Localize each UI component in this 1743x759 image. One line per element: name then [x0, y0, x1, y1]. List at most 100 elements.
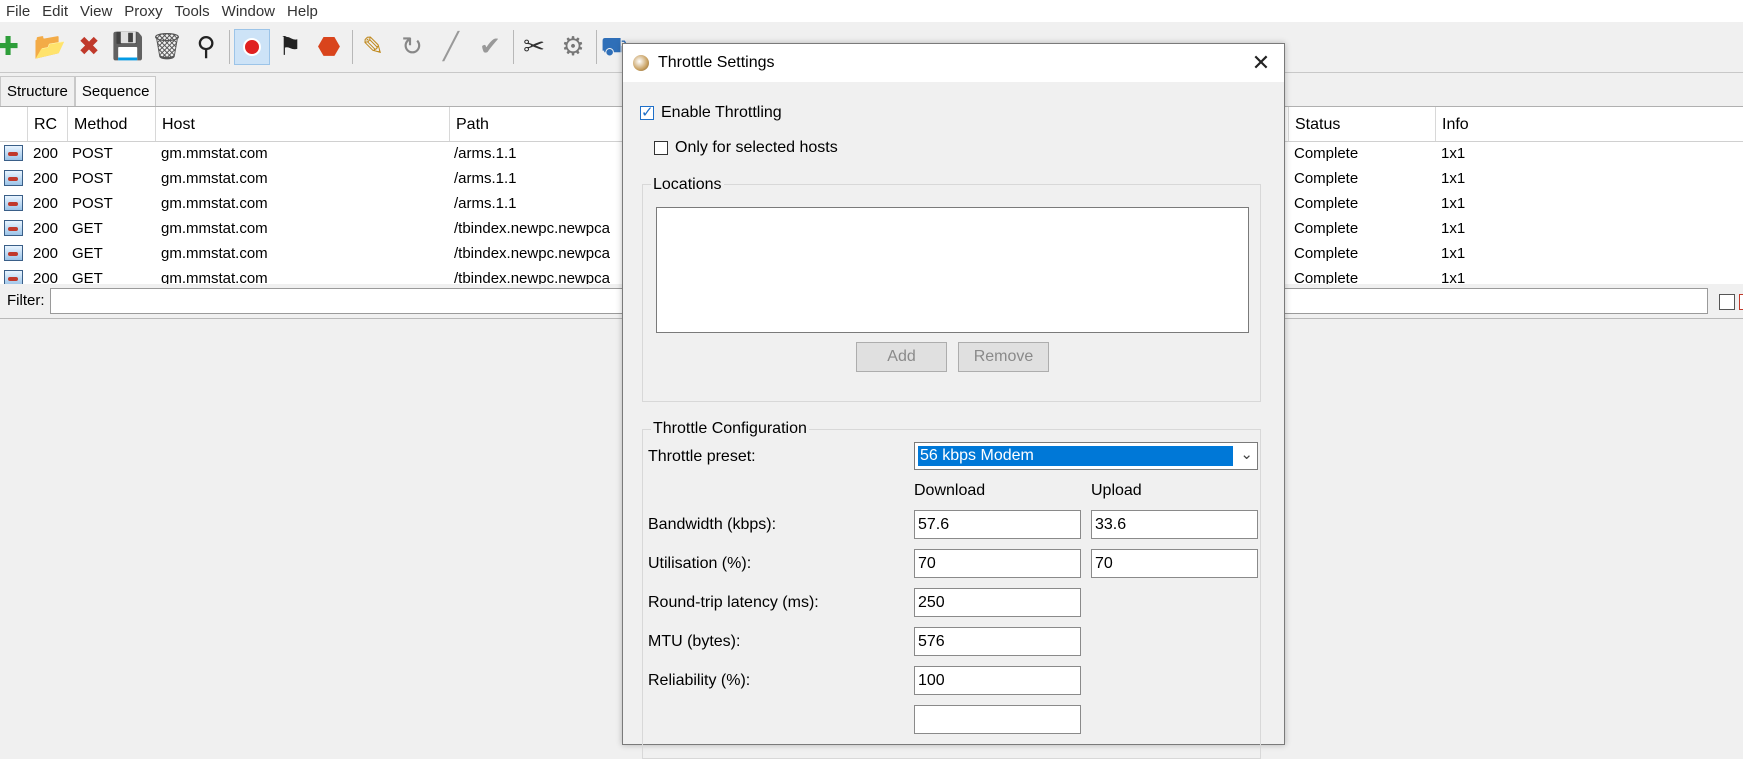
bandwidth-download-field[interactable]: 57.6: [914, 510, 1081, 539]
latency-field[interactable]: 250: [914, 588, 1081, 617]
image-request-icon: [4, 270, 23, 285]
cell-host: gm.mmstat.com: [161, 195, 268, 212]
open-session-icon[interactable]: 📂: [34, 30, 66, 62]
selected-hosts-label: Only for selected hosts: [675, 139, 838, 156]
cell-method: GET: [72, 270, 103, 285]
cell-method: GET: [72, 220, 103, 237]
menu-edit[interactable]: Edit: [36, 3, 74, 20]
cell-path: /tbindex.newpc.newpca: [454, 270, 610, 285]
cell-host: gm.mmstat.com: [161, 170, 268, 187]
new-session-icon[interactable]: ✚: [0, 30, 24, 62]
cell-host: gm.mmstat.com: [161, 220, 268, 237]
locations-title: Locations: [651, 176, 724, 194]
next-setting-field[interactable]: [914, 705, 1081, 734]
menu-help[interactable]: Help: [281, 3, 324, 20]
toolbar-separator: [513, 30, 514, 64]
close-session-icon[interactable]: ✖: [73, 30, 105, 62]
settings-gear-icon[interactable]: ⚙: [557, 30, 589, 62]
cell-status: Complete: [1294, 170, 1359, 187]
clear-line-icon[interactable]: ╱: [435, 30, 467, 62]
column-status[interactable]: Status: [1288, 107, 1435, 141]
reliability-label: Reliability (%):: [648, 672, 751, 689]
bandwidth-label: Bandwidth (kbps):: [648, 516, 777, 533]
locations-list[interactable]: [656, 207, 1249, 333]
menu-view[interactable]: View: [74, 3, 118, 20]
cell-status: Complete: [1294, 220, 1359, 237]
toolbar-separator: [229, 30, 230, 64]
throttle-preset-select[interactable]: 56 kbps Modem ⌄: [914, 442, 1258, 470]
image-request-icon: [4, 195, 23, 211]
column-host[interactable]: Host: [155, 107, 449, 141]
selected-hosts-checkbox[interactable]: [654, 141, 668, 155]
column-info[interactable]: Info: [1435, 107, 1743, 141]
save-icon[interactable]: 💾: [112, 30, 144, 62]
remove-location-button[interactable]: Remove: [958, 342, 1049, 372]
cell-path: /arms.1.1: [454, 195, 517, 212]
cell-info: 1x1: [1441, 195, 1466, 212]
bandwidth-upload-field[interactable]: 33.6: [1091, 510, 1258, 539]
record-icon[interactable]: [234, 29, 270, 65]
validate-check-icon[interactable]: ✔: [474, 30, 506, 62]
close-icon[interactable]: ✕: [1238, 44, 1284, 82]
edit-pencil-icon[interactable]: ✎: [357, 30, 389, 62]
toolbar-separator: [596, 30, 597, 64]
stop-icon[interactable]: ⬣: [313, 30, 345, 62]
mtu-label: MTU (bytes):: [648, 633, 741, 650]
trash-icon[interactable]: 🗑: [151, 30, 184, 62]
binoculars-find-icon[interactable]: ⚲: [190, 30, 222, 62]
view-tabs: Structure Sequence: [0, 76, 157, 107]
start-flags-icon[interactable]: ⚑: [274, 30, 306, 62]
cell-rc: 200: [33, 170, 59, 187]
throttle-configuration-title: Throttle Configuration: [651, 420, 809, 438]
app-logo-icon: [633, 55, 649, 71]
menu-tools[interactable]: Tools: [169, 3, 216, 20]
cell-info: 1x1: [1441, 270, 1466, 285]
cell-method: POST: [72, 195, 113, 212]
cell-host: gm.mmstat.com: [161, 145, 268, 162]
cell-status: Complete: [1294, 270, 1359, 285]
mtu-field[interactable]: 576: [914, 627, 1081, 656]
cell-status: Complete: [1294, 245, 1359, 262]
utilisation-download-field[interactable]: 70: [914, 549, 1081, 578]
image-request-icon: [4, 220, 23, 236]
cell-rc: 200: [33, 145, 59, 162]
add-location-button[interactable]: Add: [856, 342, 947, 372]
cell-method: POST: [72, 145, 113, 162]
enable-throttling-checkbox[interactable]: [640, 103, 654, 121]
image-request-icon: [4, 145, 23, 161]
cell-info: 1x1: [1441, 220, 1466, 237]
cell-status: Complete: [1294, 145, 1359, 162]
tools-icon[interactable]: ✂: [518, 30, 550, 62]
dialog-titlebar: Throttle Settings ✕: [623, 44, 1284, 82]
latency-label: Round-trip latency (ms):: [648, 594, 819, 611]
download-column-label: Download: [914, 482, 986, 499]
menu-window[interactable]: Window: [216, 3, 281, 20]
utilisation-label: Utilisation (%):: [648, 555, 752, 572]
throttle-settings-dialog: Throttle Settings ✕ Enable Throttling On…: [622, 43, 1285, 759]
cell-path: /tbindex.newpc.newpca: [454, 220, 610, 237]
column-rc[interactable]: RC: [27, 107, 67, 141]
chevron-down-icon: ⌄: [1240, 446, 1253, 463]
cell-info: 1x1: [1441, 145, 1466, 162]
utilisation-upload-field[interactable]: 70: [1091, 549, 1258, 578]
cell-rc: 200: [33, 245, 59, 262]
cell-host: gm.mmstat.com: [161, 270, 268, 285]
cell-host: gm.mmstat.com: [161, 245, 268, 262]
toolbar-separator: [352, 30, 353, 64]
column-path[interactable]: Path: [449, 107, 629, 141]
throttle-preset-label: Throttle preset:: [648, 448, 756, 465]
menu-file[interactable]: File: [0, 3, 36, 20]
menu-proxy[interactable]: Proxy: [118, 3, 168, 20]
refresh-icon[interactable]: ↻: [396, 30, 428, 62]
filter-option-checkbox[interactable]: [1719, 294, 1735, 310]
cell-info: 1x1: [1441, 245, 1466, 262]
image-request-icon: [4, 170, 23, 186]
cell-info: 1x1: [1441, 170, 1466, 187]
image-request-icon: [4, 245, 23, 261]
column-method[interactable]: Method: [67, 107, 155, 141]
cell-path: /arms.1.1: [454, 145, 517, 162]
reliability-field[interactable]: 100: [914, 666, 1081, 695]
tab-sequence[interactable]: Sequence: [74, 76, 157, 107]
cell-method: GET: [72, 245, 103, 262]
tab-structure[interactable]: Structure: [0, 76, 75, 107]
